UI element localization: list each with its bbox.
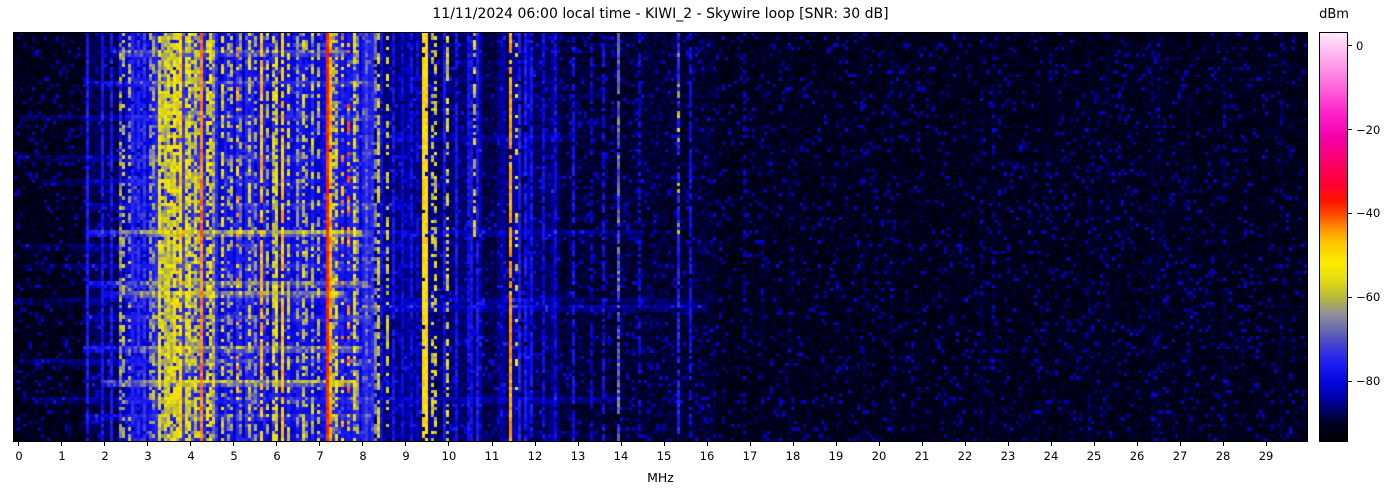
x-tick-label: 3 — [144, 449, 152, 463]
x-tick-mark — [792, 442, 794, 446]
x-tick-label: 28 — [1215, 449, 1231, 463]
colorbar — [1319, 32, 1348, 442]
x-tick-label: 15 — [656, 449, 672, 463]
x-tick-label: 11 — [484, 449, 500, 463]
x-tick-label: 17 — [742, 449, 758, 463]
x-tick-mark — [964, 442, 966, 446]
x-tick-mark — [534, 442, 536, 446]
colorbar-tick-label: −60 — [1356, 290, 1381, 305]
x-tick-label: 16 — [699, 449, 715, 463]
x-tick-mark — [190, 442, 192, 446]
x-tick-mark — [1093, 442, 1095, 446]
x-tick-mark — [921, 442, 923, 446]
x-tick-label: 8 — [359, 449, 367, 463]
colorbar-tick-label: −80 — [1356, 374, 1381, 389]
x-tick-mark — [233, 442, 235, 446]
colorbar-tick-label: −20 — [1356, 122, 1381, 137]
x-tick-label: 7 — [316, 449, 324, 463]
x-tick-label: 12 — [527, 449, 543, 463]
colorbar-tick-label: −40 — [1356, 206, 1381, 221]
x-tick-label: 1 — [58, 449, 66, 463]
x-tick-label: 26 — [1129, 449, 1145, 463]
colorbar-tick-mark — [1348, 129, 1352, 131]
x-tick-mark — [706, 442, 708, 446]
colorbar-tick-mark — [1348, 212, 1352, 214]
x-tick-mark — [749, 442, 751, 446]
x-tick-label: 13 — [570, 449, 586, 463]
x-tick-label: 14 — [613, 449, 629, 463]
x-tick-label: 0 — [15, 449, 23, 463]
colorbar-label: dBm — [1319, 7, 1349, 22]
x-tick-mark — [104, 442, 106, 446]
x-tick-mark — [1222, 442, 1224, 446]
x-tick-label: 23 — [1000, 449, 1016, 463]
x-tick-mark — [620, 442, 622, 446]
colorbar-tick-mark — [1348, 296, 1352, 298]
x-tick-label: 4 — [187, 449, 195, 463]
x-tick-label: 21 — [914, 449, 930, 463]
x-tick-label: 25 — [1086, 449, 1102, 463]
x-tick-mark — [1136, 442, 1138, 446]
chart-title: 11/11/2024 06:00 local time - KIWI_2 - S… — [432, 6, 889, 22]
x-tick-label: 29 — [1258, 449, 1274, 463]
x-tick-label: 10 — [441, 449, 457, 463]
x-tick-mark — [1050, 442, 1052, 446]
x-tick-label: 6 — [273, 449, 281, 463]
x-tick-label: 18 — [785, 449, 801, 463]
x-tick-mark — [1007, 442, 1009, 446]
x-tick-mark — [405, 442, 407, 446]
spectrogram-figure: 11/11/2024 06:00 local time - KIWI_2 - S… — [0, 0, 1400, 500]
x-tick-mark — [276, 442, 278, 446]
colorbar-tick-mark — [1348, 45, 1352, 47]
x-tick-label: 2 — [101, 449, 109, 463]
x-tick-mark — [448, 442, 450, 446]
x-tick-mark — [835, 442, 837, 446]
x-tick-label: 9 — [402, 449, 410, 463]
x-tick-mark — [1179, 442, 1181, 446]
x-tick-mark — [577, 442, 579, 446]
x-tick-label: 27 — [1172, 449, 1188, 463]
x-tick-mark — [319, 442, 321, 446]
x-tick-mark — [878, 442, 880, 446]
colorbar-axis: 0 −20 −40 −60 −80 — [1348, 33, 1398, 441]
waterfall-heatmap — [13, 32, 1308, 442]
x-tick-mark — [61, 442, 63, 446]
x-tick-label: 20 — [871, 449, 887, 463]
colorbar-tick-mark — [1348, 380, 1352, 382]
colorbar-tick-label: 0 — [1356, 38, 1364, 53]
x-tick-label: 22 — [957, 449, 973, 463]
x-tick-label: 24 — [1043, 449, 1059, 463]
x-tick-label: 19 — [828, 449, 844, 463]
x-axis-label: MHz — [647, 470, 674, 485]
x-axis: 0 1 2 3 4 5 6 7 8 9 10 11 12 13 14 15 16 17 18 19 20 21 22 23 24… — [14, 442, 1307, 472]
x-tick-mark — [147, 442, 149, 446]
x-tick-mark — [1265, 442, 1267, 446]
x-tick-mark — [18, 442, 20, 446]
x-tick-label: 5 — [230, 449, 238, 463]
x-tick-mark — [491, 442, 493, 446]
x-tick-mark — [362, 442, 364, 446]
x-tick-mark — [663, 442, 665, 446]
